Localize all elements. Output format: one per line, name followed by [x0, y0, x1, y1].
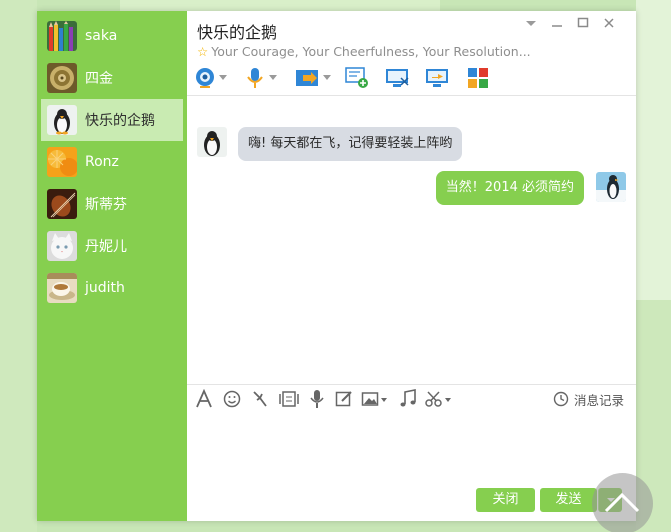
contact-signature: ☆ Your Courage, Your Cheerfulness, Your R…: [197, 44, 531, 59]
close-icon[interactable]: [601, 15, 617, 31]
divider: [187, 384, 636, 385]
contact-name: saka: [85, 28, 118, 44]
video-call-icon[interactable]: [195, 67, 231, 89]
background-tile: [636, 0, 671, 300]
share-screen-icon[interactable]: [425, 67, 451, 89]
chat-window: saka 四金 快乐的企鹅 Ronz 斯蒂芬 丹妮儿 judith 快乐的企鹅 …: [37, 11, 636, 521]
screenshot-icon[interactable]: [425, 389, 455, 409]
message-bubble-outgoing: 当然！2014 必须简约: [435, 171, 584, 205]
music-icon[interactable]: [399, 389, 417, 409]
image-icon[interactable]: [361, 389, 391, 409]
divider: [187, 95, 636, 96]
font-icon[interactable]: [195, 388, 213, 409]
background-tile: [120, 0, 440, 11]
chat-panel: 快乐的企鹅 ☆ Your Courage, Your Cheerfulness, …: [187, 11, 636, 521]
contact-sidebar: saka 四金 快乐的企鹅 Ronz 斯蒂芬 丹妮儿 judith: [37, 11, 187, 521]
avatar-crayons: [47, 21, 77, 51]
contact-item-ronz[interactable]: Ronz: [41, 141, 183, 183]
send-button[interactable]: 发送: [540, 488, 597, 512]
contact-name: judith: [85, 280, 125, 296]
nudge-icon[interactable]: [251, 389, 269, 409]
contact-item-sijin[interactable]: 四金: [41, 57, 183, 99]
contact-name: 四金: [85, 71, 113, 87]
avatar-violin: [47, 189, 77, 219]
chevron-up-icon: [604, 492, 640, 513]
avatar-white-cat: [47, 231, 77, 261]
message-history-button[interactable]: 消息记录: [553, 389, 624, 409]
avatar-penguin: [197, 127, 227, 157]
contact-name: 快乐的企鹅: [85, 113, 155, 129]
dropdown-icon[interactable]: [523, 15, 539, 31]
avatar-penguin: [47, 105, 77, 135]
voice-call-icon[interactable]: [245, 67, 281, 89]
remote-desktop-icon[interactable]: [385, 67, 411, 89]
background-tile: [0, 0, 37, 532]
contact-item-saka[interactable]: saka: [41, 15, 183, 57]
scroll-to-top-button[interactable]: [592, 473, 653, 532]
contact-item-stephen[interactable]: 斯蒂芬: [41, 183, 183, 225]
contact-item-happy-penguin[interactable]: 快乐的企鹅: [41, 99, 183, 141]
contact-name: 斯蒂芬: [85, 197, 127, 213]
message-bubble-incoming: 嗨! 每天都在飞，记得要轻装上阵哟: [238, 127, 463, 161]
avatar-self: [596, 172, 626, 202]
gif-icon[interactable]: [279, 389, 299, 409]
maximize-icon[interactable]: [575, 15, 591, 31]
apps-grid-icon[interactable]: [467, 67, 491, 89]
contact-item-judith[interactable]: judith: [41, 267, 183, 309]
voice-message-icon[interactable]: [309, 389, 325, 409]
avatar-tea-cup: [47, 273, 77, 303]
chat-title: 快乐的企鹅: [197, 23, 278, 42]
file-transfer-icon[interactable]: [295, 67, 335, 89]
avatar-coffee-swirl: [47, 63, 77, 93]
signature-text: Your Courage, Your Cheerfulness, Your Re…: [211, 44, 531, 59]
contact-name: 丹妮儿: [85, 239, 127, 255]
emoji-icon[interactable]: [223, 389, 241, 409]
message-input[interactable]: [187, 413, 636, 483]
close-button[interactable]: 关闭: [476, 488, 535, 512]
clock-icon: [553, 391, 569, 407]
history-label: 消息记录: [574, 392, 625, 408]
star-icon: ☆: [197, 44, 209, 59]
edit-icon[interactable]: [335, 389, 353, 409]
contact-item-danier[interactable]: 丹妮儿: [41, 225, 183, 267]
minimize-icon[interactable]: [549, 15, 565, 31]
avatar-orange: [47, 147, 77, 177]
create-discussion-icon[interactable]: [345, 67, 371, 89]
contact-name: Ronz: [85, 154, 119, 170]
